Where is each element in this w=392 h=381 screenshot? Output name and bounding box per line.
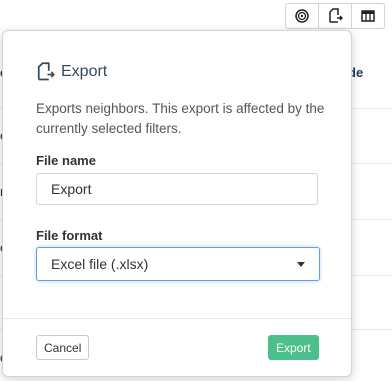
file-format-value: Excel file (.xlsx) <box>51 256 149 272</box>
export-button[interactable]: Export <box>268 335 319 360</box>
file-format-label: File format <box>36 228 103 243</box>
modal-footer-divider <box>3 318 351 319</box>
file-name-label: File name <box>36 153 96 168</box>
modal-description: Exports neighbors. This export is affect… <box>36 101 325 136</box>
export-icon <box>37 62 55 81</box>
columns-toolbar-button[interactable] <box>352 4 384 28</box>
columns-icon <box>361 10 375 22</box>
table-column-header-fragment: de <box>348 65 364 80</box>
file-format-select[interactable]: Excel file (.xlsx) <box>36 247 320 281</box>
file-name-input[interactable]: Export <box>36 173 318 205</box>
file-name-value: Export <box>51 181 92 197</box>
target-icon <box>295 9 309 23</box>
target-toolbar-button[interactable] <box>286 4 319 28</box>
export-modal: Export Exports neighbors. This export is… <box>2 30 352 377</box>
table-toolbar <box>285 3 385 29</box>
export-toolbar-button[interactable] <box>319 4 352 28</box>
modal-header: Export <box>35 62 107 82</box>
modal-title: Export <box>61 63 108 80</box>
cancel-button[interactable]: Cancel <box>36 335 90 360</box>
export-icon <box>329 8 343 23</box>
caret-down-icon <box>297 261 305 267</box>
